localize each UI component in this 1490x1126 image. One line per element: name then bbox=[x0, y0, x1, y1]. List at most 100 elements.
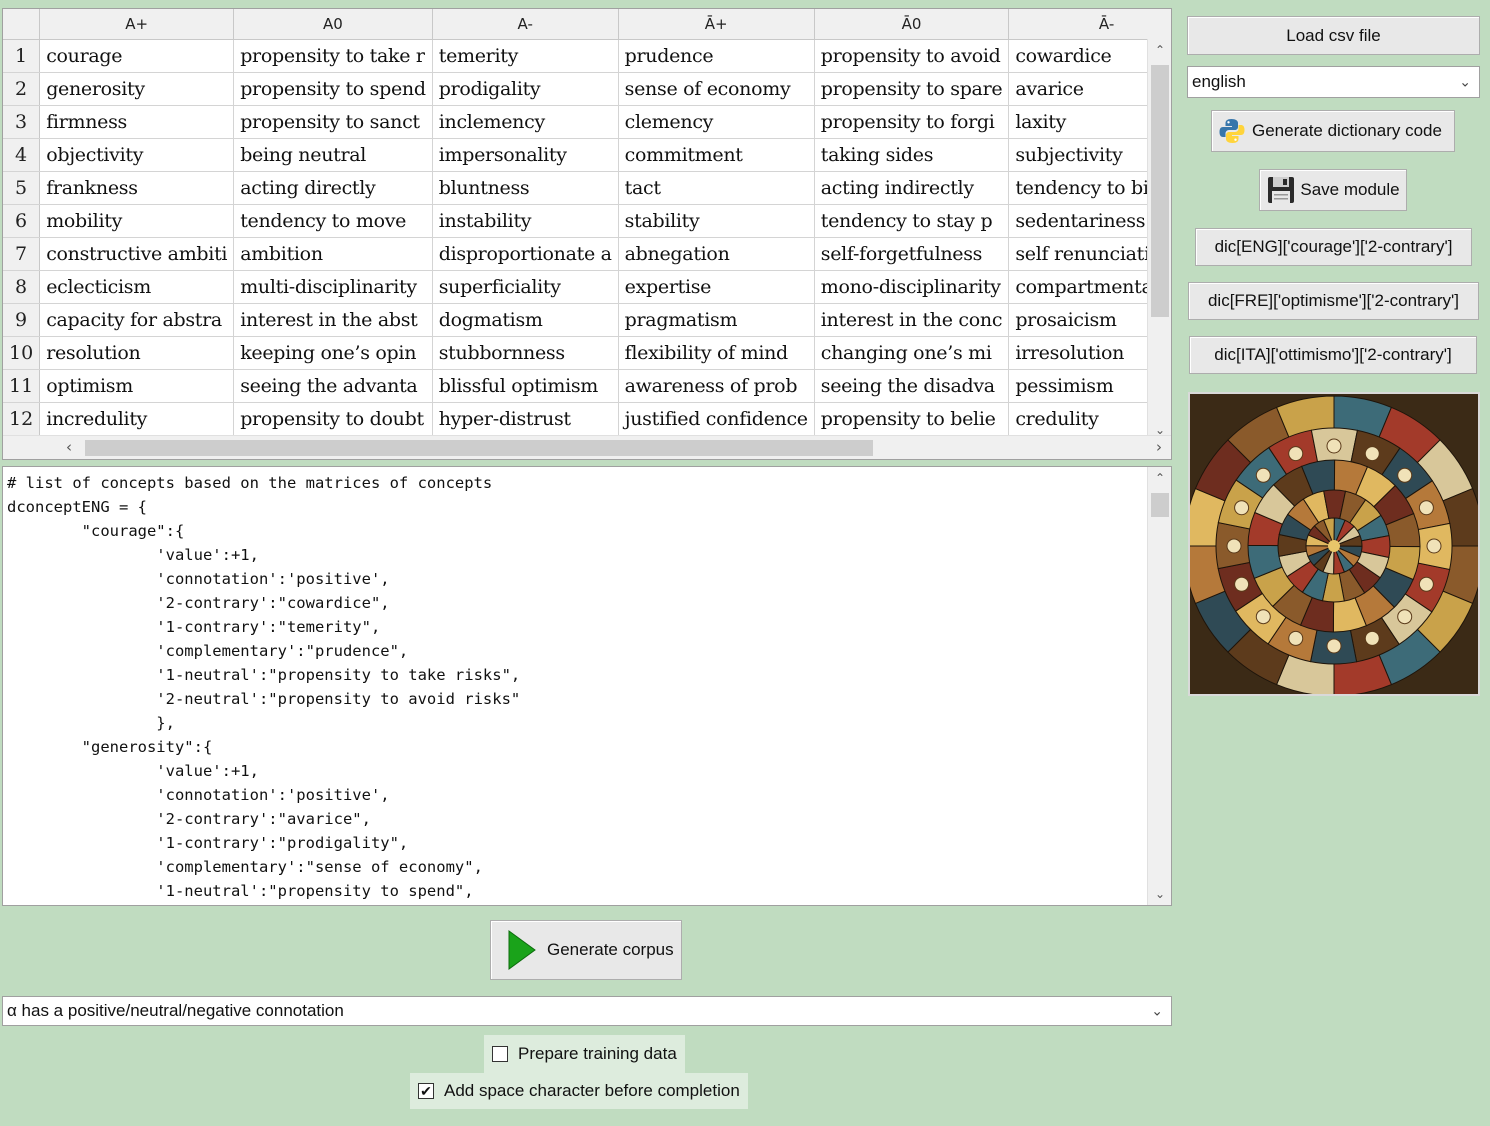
table-cell[interactable]: stability bbox=[618, 204, 815, 238]
table-row[interactable]: 10 resolution keeping one’s opin stubbornne… bbox=[3, 336, 1171, 370]
example-courage-button[interactable]: dic[ENG]['courage']['2-contrary'] bbox=[1195, 228, 1472, 266]
row-number[interactable]: 3 bbox=[3, 105, 41, 139]
table-cell[interactable]: interest in the abst bbox=[233, 303, 433, 337]
load-csv-button[interactable]: Load csv file bbox=[1187, 16, 1480, 55]
table-cell[interactable]: inclemency bbox=[432, 105, 619, 139]
scroll-up-icon[interactable]: ⌃ bbox=[1148, 467, 1171, 489]
table-cell[interactable]: tact bbox=[618, 171, 815, 205]
table-cell[interactable]: capacity for abstra bbox=[39, 303, 235, 337]
column-header[interactable]: Ā- bbox=[1008, 9, 1171, 40]
row-number[interactable]: 11 bbox=[3, 369, 41, 403]
table-corner[interactable] bbox=[3, 9, 41, 40]
table-cell[interactable]: changing one’s mi bbox=[814, 336, 1010, 370]
table-cell[interactable]: seeing the disadva bbox=[814, 369, 1010, 403]
table-cell[interactable]: propensity to belie bbox=[814, 402, 1010, 436]
table-cell[interactable]: taking sides bbox=[814, 138, 1010, 172]
table-cell[interactable]: propensity to sanct bbox=[233, 105, 433, 139]
table-cell[interactable]: dogmatism bbox=[432, 303, 619, 337]
table-cell[interactable]: disproportionate a bbox=[432, 237, 619, 271]
scroll-right-icon[interactable]: › bbox=[1147, 436, 1171, 459]
table-vertical-scrollbar[interactable]: ⌃ ⌄ bbox=[1147, 39, 1171, 441]
column-header[interactable]: A0 bbox=[233, 9, 433, 40]
table-row[interactable]: 11 optimism seeing the advanta blissful opt… bbox=[3, 369, 1171, 403]
table-cell[interactable]: resolution bbox=[39, 336, 235, 370]
table-cell[interactable]: generosity bbox=[39, 72, 235, 106]
table-cell[interactable]: ambition bbox=[233, 237, 433, 271]
table-cell[interactable]: instability bbox=[432, 204, 619, 238]
table-row[interactable]: 6 mobility tendency to move instability stab… bbox=[3, 204, 1171, 238]
save-module-button[interactable]: Save module bbox=[1259, 169, 1407, 211]
row-number[interactable]: 6 bbox=[3, 204, 41, 238]
row-number[interactable]: 7 bbox=[3, 237, 41, 271]
table-cell[interactable]: bluntness bbox=[432, 171, 619, 205]
table-cell[interactable]: pragmatism bbox=[618, 303, 815, 337]
table-row[interactable]: 4 objectivity being neutral impersonality co… bbox=[3, 138, 1171, 172]
table-cell[interactable]: superficiality bbox=[432, 270, 619, 304]
column-header[interactable]: A+ bbox=[39, 9, 235, 40]
scrollbar-thumb[interactable] bbox=[1151, 65, 1169, 317]
editor-vertical-scrollbar[interactable]: ⌃ ⌄ bbox=[1147, 467, 1171, 905]
table-cell[interactable]: commitment bbox=[618, 138, 815, 172]
scrollbar-thumb[interactable] bbox=[1151, 493, 1169, 517]
code-text[interactable]: # list of concepts based on the matrices… bbox=[3, 467, 1171, 903]
scroll-down-icon[interactable]: ⌄ bbox=[1148, 883, 1171, 905]
table-cell[interactable]: mono-disciplinarity bbox=[814, 270, 1010, 304]
row-number[interactable]: 2 bbox=[3, 72, 41, 106]
column-header[interactable]: Ā0 bbox=[814, 9, 1010, 40]
table-cell[interactable]: justified confidence bbox=[618, 402, 815, 436]
table-cell[interactable]: flexibility of mind bbox=[618, 336, 815, 370]
table-horizontal-scrollbar[interactable]: ‹ › bbox=[3, 435, 1171, 459]
table-cell[interactable]: abnegation bbox=[618, 237, 815, 271]
table-cell[interactable]: constructive ambiti bbox=[39, 237, 235, 271]
table-row[interactable]: 8 eclecticism multi-disciplinarity superfic… bbox=[3, 270, 1171, 304]
table-cell[interactable]: mobility bbox=[39, 204, 235, 238]
row-number[interactable]: 12 bbox=[3, 402, 41, 436]
table-cell[interactable]: propensity to take r bbox=[233, 39, 433, 73]
column-header[interactable]: A- bbox=[432, 9, 619, 40]
table-cell[interactable]: tendency to move bbox=[233, 204, 433, 238]
row-number[interactable]: 4 bbox=[3, 138, 41, 172]
row-number[interactable]: 5 bbox=[3, 171, 41, 205]
table-row[interactable]: 2 generosity propensity to spend prodigalit… bbox=[3, 72, 1171, 106]
table-cell[interactable]: propensity to doubt bbox=[233, 402, 433, 436]
scroll-up-icon[interactable]: ⌃ bbox=[1148, 39, 1171, 61]
table-cell[interactable]: sense of economy bbox=[618, 72, 815, 106]
table-cell[interactable]: firmness bbox=[39, 105, 235, 139]
table-cell[interactable]: being neutral bbox=[233, 138, 433, 172]
language-select[interactable]: english ⌄ bbox=[1187, 66, 1480, 98]
table-cell[interactable]: interest in the conc bbox=[814, 303, 1010, 337]
table-cell[interactable]: impersonality bbox=[432, 138, 619, 172]
table-cell[interactable]: hyper-distrust bbox=[432, 402, 619, 436]
scrollbar-thumb[interactable] bbox=[85, 440, 873, 456]
table-row[interactable]: 12 incredulity propensity to doubt hyper-di… bbox=[3, 402, 1171, 436]
table-cell[interactable]: seeing the advanta bbox=[233, 369, 433, 403]
table-cell[interactable]: prudence bbox=[618, 39, 815, 73]
template-select[interactable]: α has a positive/neutral/negative connot… bbox=[2, 996, 1172, 1026]
table-row[interactable]: 9 capacity for abstra interest in the abst… bbox=[3, 303, 1171, 337]
table-cell[interactable]: keeping one’s opin bbox=[233, 336, 433, 370]
row-number[interactable]: 10 bbox=[3, 336, 41, 370]
row-number[interactable]: 9 bbox=[3, 303, 41, 337]
table-row[interactable]: 3 firmness propensity to sanct inclemency cl… bbox=[3, 105, 1171, 139]
table-cell[interactable]: awareness of prob bbox=[618, 369, 815, 403]
table-cell[interactable]: propensity to spend bbox=[233, 72, 433, 106]
table-cell[interactable]: clemency bbox=[618, 105, 815, 139]
code-editor[interactable]: # list of concepts based on the matrices… bbox=[2, 466, 1172, 906]
table-cell[interactable]: propensity to forgi bbox=[814, 105, 1010, 139]
table-cell[interactable]: eclecticism bbox=[39, 270, 235, 304]
table-cell[interactable]: objectivity bbox=[39, 138, 235, 172]
table-cell[interactable]: propensity to spare bbox=[814, 72, 1010, 106]
table-cell[interactable]: temerity bbox=[432, 39, 619, 73]
table-cell[interactable]: acting indirectly bbox=[814, 171, 1010, 205]
table-row[interactable]: 1 courage propensity to take r temerity prud… bbox=[3, 39, 1171, 73]
scroll-left-icon[interactable]: ‹ bbox=[57, 436, 81, 459]
table-row[interactable]: 7 constructive ambiti ambition disproportio… bbox=[3, 237, 1171, 271]
table-cell[interactable]: self-forgetfulness bbox=[814, 237, 1010, 271]
table-cell[interactable]: expertise bbox=[618, 270, 815, 304]
add-space-checkbox[interactable]: ✔ bbox=[418, 1083, 434, 1099]
generate-corpus-button[interactable]: Generate corpus bbox=[490, 920, 682, 980]
table-cell[interactable]: stubbornness bbox=[432, 336, 619, 370]
table-cell[interactable]: incredulity bbox=[39, 402, 235, 436]
table-cell[interactable]: tendency to stay p bbox=[814, 204, 1010, 238]
table-row[interactable]: 5 frankness acting directly bluntness tact ac… bbox=[3, 171, 1171, 205]
